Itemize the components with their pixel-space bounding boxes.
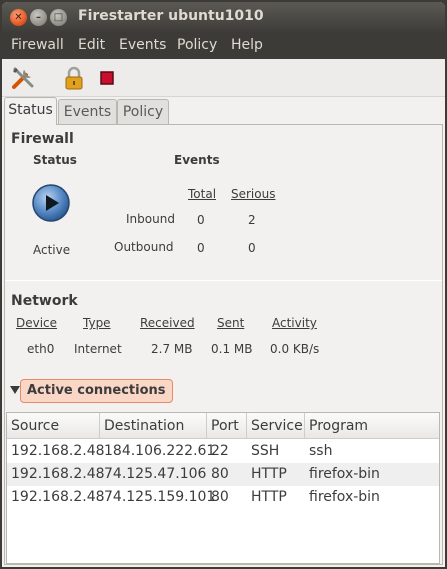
network-activity: 0.0 KB/s <box>270 342 320 356</box>
connections-table: Source Destination Port Service Program … <box>6 412 440 564</box>
stop-icon[interactable] <box>95 65 121 91</box>
maximize-window-button[interactable]: □ <box>50 9 67 26</box>
firewall-start-button[interactable] <box>31 183 71 223</box>
toolbar <box>2 59 445 97</box>
tab-policy[interactable]: Policy <box>117 99 169 125</box>
cell-source: 192.168.2.48 <box>11 489 105 505</box>
network-sent: 0.1 MB <box>211 342 253 356</box>
inbound-serious: 2 <box>248 213 256 227</box>
column-header-port[interactable]: Port <box>207 413 247 439</box>
column-header-service[interactable]: Service <box>247 413 305 439</box>
events-label: Events <box>174 153 220 167</box>
title-bar: ✕ – □ Firestarter ubuntu1010 <box>2 2 445 32</box>
app-window: ✕ – □ Firestarter ubuntu1010 Firewall Ed… <box>2 2 445 567</box>
menu-help[interactable]: Help <box>231 37 263 53</box>
tab-events[interactable]: Events <box>58 99 117 125</box>
lock-icon[interactable] <box>61 65 87 91</box>
network-device: eth0 <box>27 342 55 356</box>
menu-events[interactable]: Events <box>119 37 166 53</box>
preferences-icon[interactable] <box>10 65 36 91</box>
network-type: Internet <box>74 342 122 356</box>
section-divider <box>5 280 442 281</box>
menu-policy[interactable]: Policy <box>177 37 217 53</box>
inbound-label: Inbound <box>126 212 175 226</box>
network-header-sent: Sent <box>217 316 245 330</box>
firewall-section-title: Firewall <box>11 131 74 147</box>
close-window-button[interactable]: ✕ <box>10 9 27 26</box>
cell-source: 192.168.2.48 <box>11 466 105 482</box>
network-header-type: Type <box>83 316 111 330</box>
cell-port: 22 <box>211 443 229 459</box>
menu-edit[interactable]: Edit <box>78 37 105 53</box>
expander-arrow-icon[interactable] <box>10 386 20 394</box>
outbound-serious: 0 <box>248 241 256 255</box>
tab-status[interactable]: Status <box>4 97 57 125</box>
outbound-label: Outbound <box>114 240 174 254</box>
cell-program: firefox-bin <box>309 466 380 482</box>
cell-service: HTTP <box>251 489 287 505</box>
cell-port: 80 <box>211 489 229 505</box>
firewall-state: Active <box>33 243 71 257</box>
outbound-total: 0 <box>197 241 205 255</box>
active-connections-expander[interactable]: Active connections <box>20 379 173 403</box>
column-header-source[interactable]: Source <box>7 413 100 439</box>
cell-program: ssh <box>309 443 333 459</box>
table-row[interactable]: 192.168.2.48 74.125.47.106 80 HTTP firef… <box>7 463 439 486</box>
cell-service: HTTP <box>251 466 287 482</box>
status-label: Status <box>33 153 77 167</box>
cell-destination: 74.125.47.106 <box>104 466 207 482</box>
network-header-device: Device <box>16 316 58 330</box>
network-header-received: Received <box>140 316 195 330</box>
tab-bar: Status Events Policy <box>2 97 445 125</box>
events-total-header: Total <box>188 187 217 201</box>
network-section-title: Network <box>11 293 78 309</box>
play-icon <box>32 184 70 222</box>
cell-service: SSH <box>251 443 280 459</box>
cell-program: firefox-bin <box>309 489 380 505</box>
network-received: 2.7 MB <box>151 342 193 356</box>
column-header-program[interactable]: Program <box>305 413 439 439</box>
cell-destination: 184.106.222.61 <box>104 443 216 459</box>
menu-bar: Firewall Edit Events Policy Help <box>2 32 445 59</box>
window-title: Firestarter ubuntu1010 <box>78 8 264 24</box>
events-serious-header: Serious <box>231 187 276 201</box>
table-row[interactable]: 192.168.2.48 184.106.222.61 22 SSH ssh <box>7 440 439 463</box>
cell-destination: 74.125.159.101 <box>104 489 216 505</box>
minimize-window-button[interactable]: – <box>30 9 47 26</box>
inbound-total: 0 <box>197 213 205 227</box>
cell-source: 192.168.2.48 <box>11 443 105 459</box>
column-header-destination[interactable]: Destination <box>100 413 207 439</box>
table-row[interactable]: 192.168.2.48 74.125.159.101 80 HTTP fire… <box>7 486 439 509</box>
cell-port: 80 <box>211 466 229 482</box>
menu-firewall[interactable]: Firewall <box>11 37 64 53</box>
network-header-activity: Activity <box>272 316 317 330</box>
